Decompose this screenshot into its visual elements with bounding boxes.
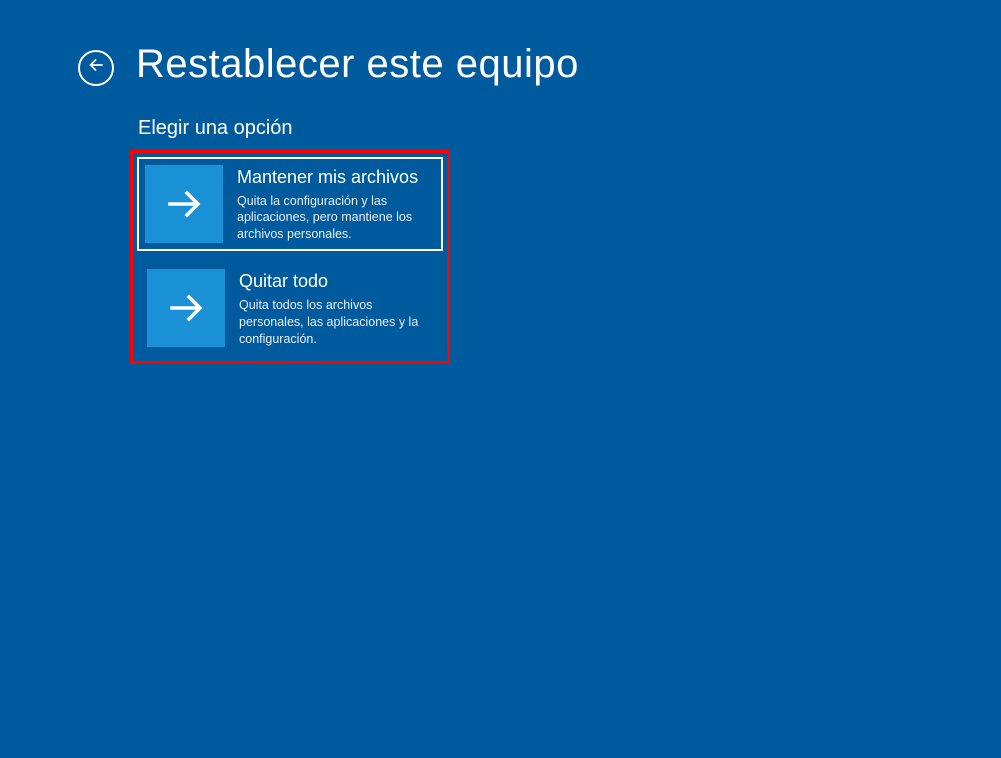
option-keep-files[interactable]: Mantener mis archivos Quita la configura…: [137, 157, 443, 251]
option-remove-all[interactable]: Quitar todo Quita todos los archivos per…: [137, 259, 443, 357]
option-description: Quita la configuración y las aplicacione…: [237, 193, 431, 244]
arrow-right-icon: [145, 165, 223, 243]
option-title: Quitar todo: [239, 271, 429, 293]
back-button[interactable]: [78, 50, 114, 86]
back-arrow-icon: [86, 55, 106, 80]
option-text: Quitar todo Quita todos los archivos per…: [239, 269, 433, 347]
option-title: Mantener mis archivos: [237, 167, 431, 189]
subtitle: Elegir una opción: [138, 117, 1001, 140]
options-container: Mantener mis archivos Quita la configura…: [130, 150, 450, 364]
option-text: Mantener mis archivos Quita la configura…: [237, 165, 435, 243]
option-description: Quita todos los archivos personales, las…: [239, 297, 429, 348]
arrow-right-icon: [147, 269, 225, 347]
page-title: Restablecer este equipo: [136, 42, 579, 87]
